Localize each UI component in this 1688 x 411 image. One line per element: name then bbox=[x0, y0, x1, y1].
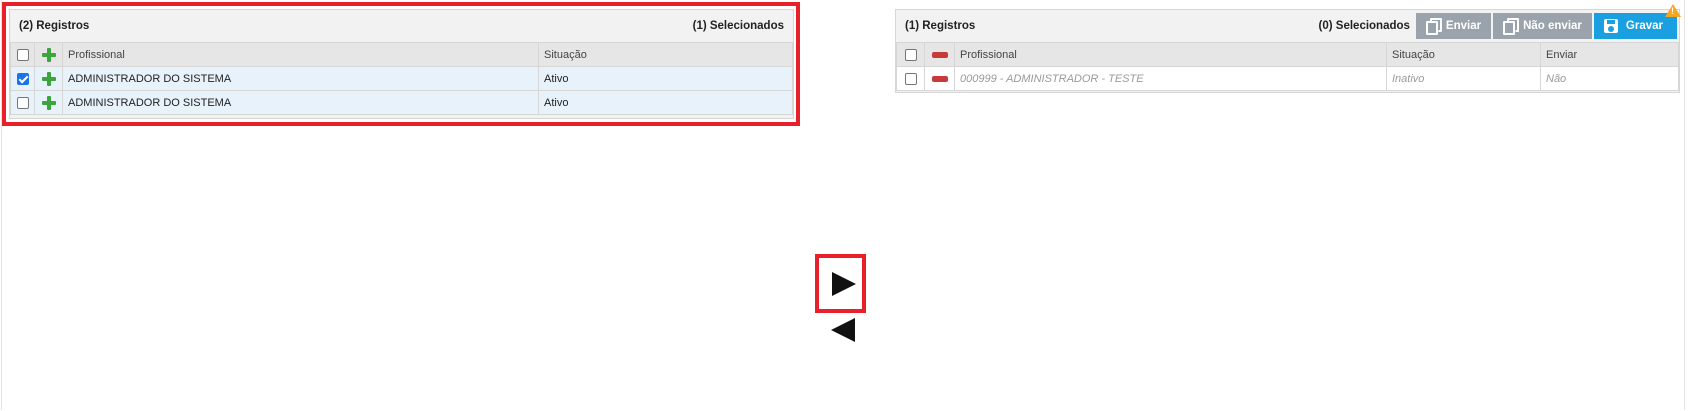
selected-professionals-panel: (1) Registros (0) Selecionados Enviar Nã… bbox=[895, 4, 1681, 93]
warning-mark: ! bbox=[1671, 6, 1674, 16]
records-count: (1) Registros bbox=[905, 20, 976, 32]
available-professionals-panel: (2) Registros (1) Selecionados Profissio… bbox=[9, 9, 794, 119]
row-add-cell[interactable] bbox=[34, 66, 63, 91]
warning-icon: ! bbox=[1665, 4, 1681, 17]
selected-table: Profissional Situação Enviar 000999 - AD… bbox=[896, 42, 1679, 91]
row-checkbox[interactable] bbox=[904, 72, 917, 85]
panel-header: (1) Registros (0) Selecionados Enviar Nã… bbox=[896, 4, 1681, 42]
plus-icon[interactable] bbox=[41, 71, 56, 86]
column-header-status[interactable]: Situação bbox=[538, 42, 793, 67]
selected-count: (0) Selecionados bbox=[1318, 20, 1410, 32]
not-send-button-label: Não enviar bbox=[1523, 20, 1582, 32]
available-table: Profissional Situação ADMINISTRADOR DO S… bbox=[10, 42, 793, 115]
add-all-cell[interactable] bbox=[34, 42, 63, 67]
row-add-cell[interactable] bbox=[34, 90, 63, 115]
row-select-cell[interactable] bbox=[896, 66, 925, 91]
save-button[interactable]: Gravar ! bbox=[1593, 4, 1681, 39]
professional-name: ADMINISTRADOR DO SISTEMA bbox=[62, 66, 539, 91]
plus-icon[interactable] bbox=[41, 47, 56, 62]
table-header-row: Profissional Situação Enviar bbox=[896, 42, 1679, 67]
row-remove-cell[interactable] bbox=[924, 66, 955, 91]
professional-status: Ativo bbox=[538, 90, 793, 115]
minus-icon[interactable] bbox=[931, 51, 948, 58]
header-actions: (0) Selecionados Enviar Não enviar Grava… bbox=[1318, 4, 1681, 39]
column-header-professional[interactable]: Profissional bbox=[954, 42, 1387, 67]
column-header-professional[interactable]: Profissional bbox=[62, 42, 539, 67]
panel-header: (2) Registros (1) Selecionados bbox=[10, 10, 793, 42]
not-send-button[interactable]: Não enviar bbox=[1493, 13, 1592, 39]
minus-icon[interactable] bbox=[931, 75, 948, 82]
select-all-checkbox[interactable] bbox=[904, 48, 917, 61]
table-header-row: Profissional Situação bbox=[10, 42, 793, 67]
selected-count: (1) Selecionados bbox=[692, 20, 784, 32]
send-flag: Não bbox=[1540, 66, 1679, 91]
select-all-cell[interactable] bbox=[10, 42, 35, 67]
professional-name: ADMINISTRADOR DO SISTEMA bbox=[62, 90, 539, 115]
professional-name: 000999 - ADMINISTRADOR - TESTE bbox=[954, 66, 1387, 91]
arrow-right-icon[interactable] bbox=[832, 272, 856, 296]
column-header-status[interactable]: Situação bbox=[1386, 42, 1541, 67]
plus-icon[interactable] bbox=[41, 95, 56, 110]
row-select-cell[interactable] bbox=[10, 66, 35, 91]
row-checkbox[interactable] bbox=[16, 96, 29, 109]
send-button-label: Enviar bbox=[1445, 20, 1482, 32]
arrow-left-icon[interactable] bbox=[831, 318, 855, 342]
row-checkbox[interactable] bbox=[16, 72, 29, 85]
toolbar: Enviar Não enviar Gravar ! bbox=[1414, 4, 1681, 39]
save-icon bbox=[1603, 19, 1618, 33]
send-button[interactable]: Enviar bbox=[1415, 13, 1492, 39]
table-row[interactable]: ADMINISTRADOR DO SISTEMA Ativo bbox=[10, 66, 793, 91]
professional-status: Ativo bbox=[538, 66, 793, 91]
table-row[interactable]: 000999 - ADMINISTRADOR - TESTE Inativo N… bbox=[896, 66, 1679, 91]
column-header-send[interactable]: Enviar bbox=[1540, 42, 1679, 67]
copy-icon bbox=[1503, 19, 1516, 35]
remove-all-cell[interactable] bbox=[924, 42, 955, 67]
records-count: (2) Registros bbox=[19, 20, 90, 32]
professional-status: Inativo bbox=[1386, 66, 1541, 91]
save-button-label: Gravar bbox=[1625, 20, 1663, 32]
row-select-cell[interactable] bbox=[10, 90, 35, 115]
copy-icon bbox=[1425, 19, 1438, 35]
select-all-cell[interactable] bbox=[896, 42, 925, 67]
table-row[interactable]: ADMINISTRADOR DO SISTEMA Ativo bbox=[10, 90, 793, 115]
select-all-checkbox[interactable] bbox=[16, 48, 29, 61]
